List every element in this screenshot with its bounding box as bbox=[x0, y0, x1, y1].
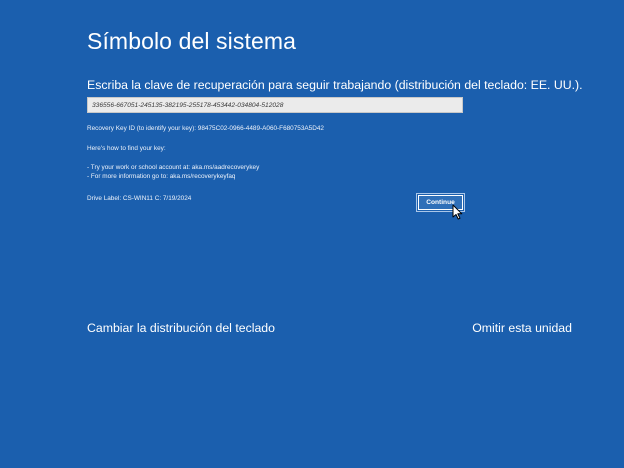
recovery-prompt: Escriba la clave de recuperación para se… bbox=[87, 78, 583, 92]
change-keyboard-layout-link[interactable]: Cambiar la distribución del teclado bbox=[87, 321, 275, 335]
howto-bullet-account: - Try your work or school account at: ak… bbox=[87, 164, 260, 171]
page-title: Símbolo del sistema bbox=[87, 28, 296, 54]
mouse-pointer-icon bbox=[452, 204, 463, 220]
drive-label: Drive Label: CS-WIN11 C: 7/19/2024 bbox=[87, 195, 192, 202]
skip-drive-link[interactable]: Omitir esta unidad bbox=[472, 321, 572, 335]
recovery-key-id: Recovery Key ID (to identify your key): … bbox=[87, 125, 324, 132]
recovery-key-input[interactable] bbox=[87, 97, 463, 113]
howto-text: Here's how to find your key: bbox=[87, 145, 166, 152]
howto-bullet-faq: - For more information go to: aka.ms/rec… bbox=[87, 173, 236, 180]
